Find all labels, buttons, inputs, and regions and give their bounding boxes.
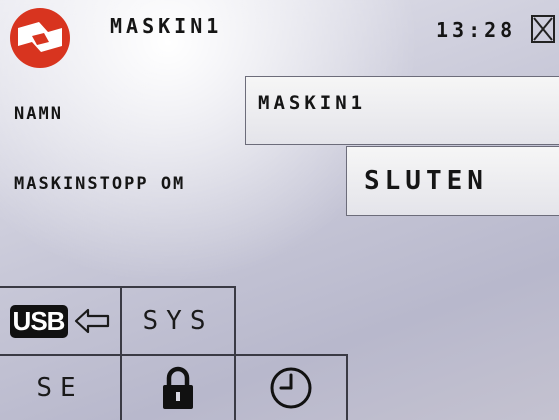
usb-label: USB [9,304,69,338]
clock-time: 13:28 [436,18,517,42]
clock-button[interactable] [236,356,346,420]
se-label: SE [36,373,84,403]
sys-button[interactable]: SYS [122,288,234,354]
machine-stop-select[interactable]: SLUTEN [346,146,559,216]
name-label: NAMN [14,104,63,124]
arrow-left-icon [75,308,110,334]
close-x-icon [533,17,553,41]
lock-icon [163,366,193,409]
name-field[interactable]: MASKIN1 [245,76,559,145]
close-button[interactable] [531,15,555,43]
sys-label: SYS [142,306,214,336]
machine-stop-label: MASKINSTOPP OM [14,174,186,194]
brand-logo-icon [10,8,70,68]
clock-icon [270,367,312,409]
machine-title: MASKIN1 [110,14,223,38]
se-button[interactable]: SE [0,356,120,420]
grid-divider [346,354,348,420]
usb-button[interactable]: USB [0,288,120,354]
lock-button[interactable] [122,356,234,420]
